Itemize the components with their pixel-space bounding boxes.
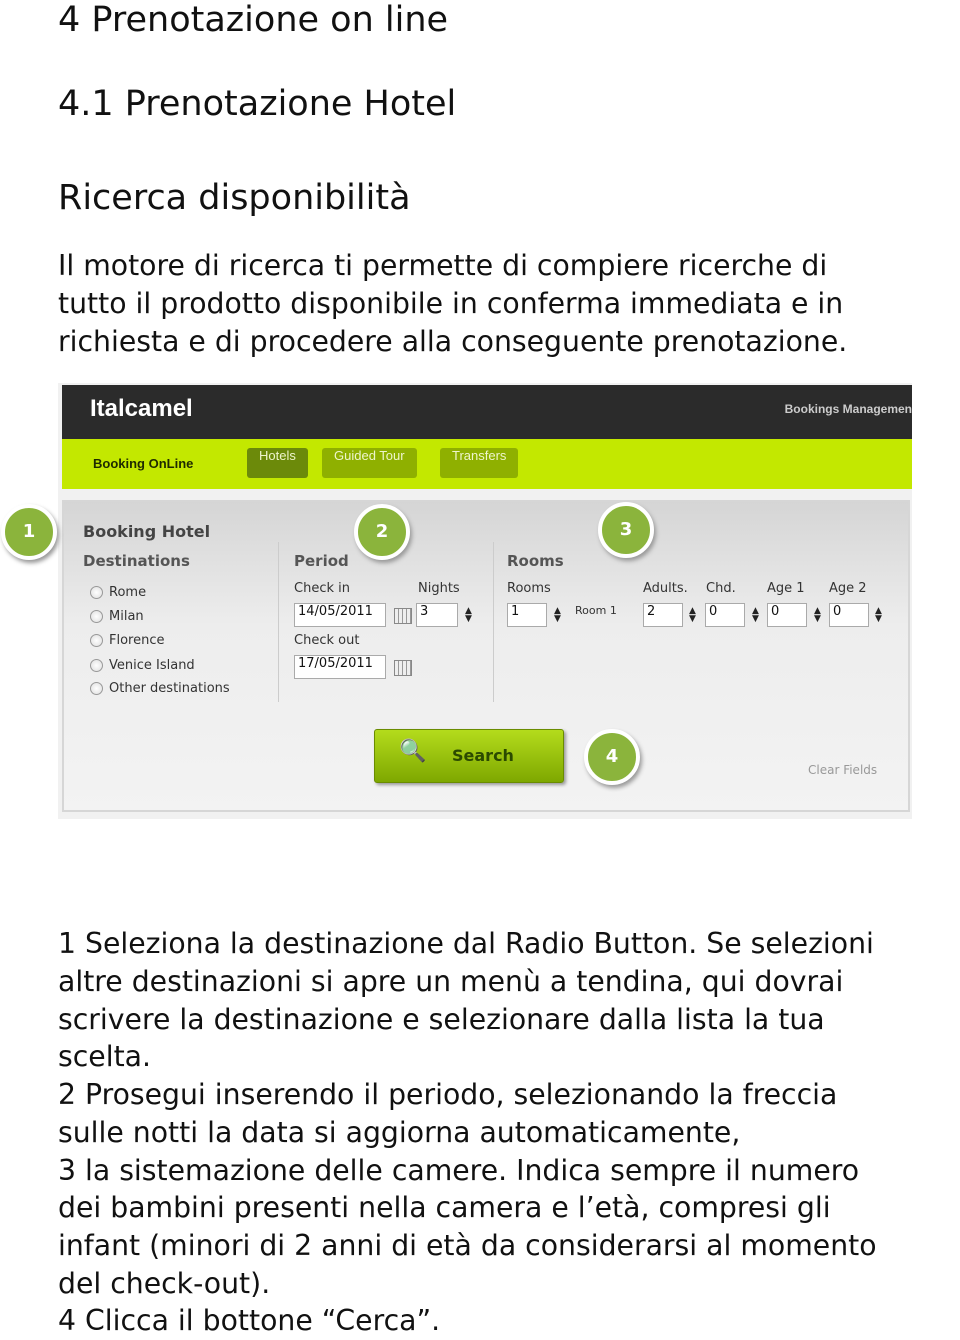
logo: Italcamel: [90, 395, 193, 422]
destinations-label: Destinations: [83, 552, 190, 570]
age2-input[interactable]: 0: [829, 603, 869, 627]
search-button[interactable]: 🔍 Search: [374, 729, 564, 783]
divider: [493, 542, 494, 702]
booking-panel: Booking Hotel Destinations Rome Milan Fl…: [62, 500, 910, 812]
body-line: 1 Seleziona la destinazione dal Radio Bu…: [58, 927, 874, 960]
clear-fields-link[interactable]: Clear Fields: [808, 763, 877, 777]
tab-guided-tour[interactable]: Guided Tour: [322, 448, 417, 478]
bookings-management-link[interactable]: Bookings Managemen: [785, 402, 912, 416]
marker-3: 3: [598, 502, 654, 558]
checkin-input[interactable]: 14/05/2011: [294, 603, 386, 627]
body-line: 3 la sistemazione delle camere. Indica s…: [58, 1154, 860, 1187]
panel-title: Booking Hotel: [83, 522, 211, 541]
body-line: sulle notti la data si aggiorna automati…: [58, 1116, 741, 1149]
body-line: 2 Prosegui inserendo il periodo, selezio…: [58, 1078, 838, 1111]
marker-1: 1: [1, 504, 57, 560]
adults-spinner-icon[interactable]: ▲ ▼: [689, 607, 696, 624]
age2-label: Age 2: [829, 581, 867, 596]
adults-input[interactable]: 2: [643, 603, 683, 627]
radio-label: Florence: [109, 633, 165, 648]
age1-spinner-icon[interactable]: ▲ ▼: [814, 607, 821, 624]
body-line: dei bambini presenti nella camera e l’et…: [58, 1191, 831, 1224]
checkout-label: Check out: [294, 633, 360, 648]
intro-line: richiesta e di procedere alla conseguent…: [58, 325, 848, 358]
radio-other[interactable]: [90, 682, 103, 695]
radio-florence[interactable]: [90, 634, 103, 647]
magnifier-icon: 🔍: [399, 739, 427, 764]
body-line: scrivere la destinazione e selezionare d…: [58, 1003, 825, 1036]
age1-label: Age 1: [767, 581, 805, 596]
body-line: del check-out).: [58, 1267, 271, 1300]
radio-label: Other destinations: [109, 681, 230, 696]
calendar-icon[interactable]: [394, 608, 412, 624]
body-line: 4 Clicca il bottone “Cerca”.: [58, 1304, 441, 1337]
rooms-section-label: Rooms: [507, 552, 564, 570]
heading-1: 4 Prenotazione on line: [58, 0, 449, 40]
nights-spinner-icon[interactable]: ▲ ▼: [465, 607, 472, 624]
body-line: altre destinazioni si apre un menù a ten…: [58, 965, 844, 998]
booking-online-label: Booking OnLine: [93, 456, 194, 471]
heading-2: 4.1 Prenotazione Hotel: [58, 84, 457, 124]
search-label: Search: [452, 746, 514, 765]
app-header: Italcamel Bookings Managemen: [62, 385, 912, 439]
age1-input[interactable]: 0: [767, 603, 807, 627]
room-name: Room 1: [575, 604, 617, 617]
divider: [278, 542, 279, 702]
body-line: infant (minori di 2 anni di età da consi…: [58, 1229, 877, 1262]
radio-venice[interactable]: [90, 659, 103, 672]
chd-label: Chd.: [706, 581, 736, 596]
chd-spinner-icon[interactable]: ▲ ▼: [752, 607, 759, 624]
nav-bar: Booking OnLine Hotels Guided Tour Transf…: [62, 439, 912, 489]
calendar-icon[interactable]: [394, 660, 412, 676]
body-line: scelta.: [58, 1040, 152, 1073]
booking-screenshot: Italcamel Bookings Managemen Booking OnL…: [58, 383, 912, 819]
checkout-input[interactable]: 17/05/2011: [294, 655, 386, 679]
checkin-label: Check in: [294, 581, 350, 596]
radio-label: Rome: [109, 585, 147, 600]
nights-label: Nights: [418, 581, 460, 596]
radio-label: Venice Island: [109, 658, 195, 673]
marker-4: 4: [584, 729, 640, 785]
rooms-spinner-icon[interactable]: ▲ ▼: [554, 607, 561, 624]
rooms-label: Rooms: [507, 581, 551, 596]
nights-input[interactable]: 3: [416, 603, 458, 627]
rooms-input[interactable]: 1: [507, 603, 547, 627]
heading-3: Ricerca disponibilità: [58, 178, 411, 218]
intro-line: tutto il prodotto disponibile in conferm…: [58, 287, 844, 320]
tab-hotels[interactable]: Hotels: [247, 448, 308, 478]
chd-input[interactable]: 0: [705, 603, 745, 627]
adults-label: Adults.: [643, 581, 688, 596]
radio-label: Milan: [109, 609, 144, 624]
tab-transfers[interactable]: Transfers: [440, 448, 519, 478]
radio-rome[interactable]: [90, 586, 103, 599]
period-label: Period: [294, 552, 349, 570]
marker-2: 2: [354, 504, 410, 560]
radio-milan[interactable]: [90, 610, 103, 623]
age2-spinner-icon[interactable]: ▲ ▼: [875, 607, 882, 624]
intro-line: Il motore di ricerca ti permette di comp…: [58, 249, 828, 282]
